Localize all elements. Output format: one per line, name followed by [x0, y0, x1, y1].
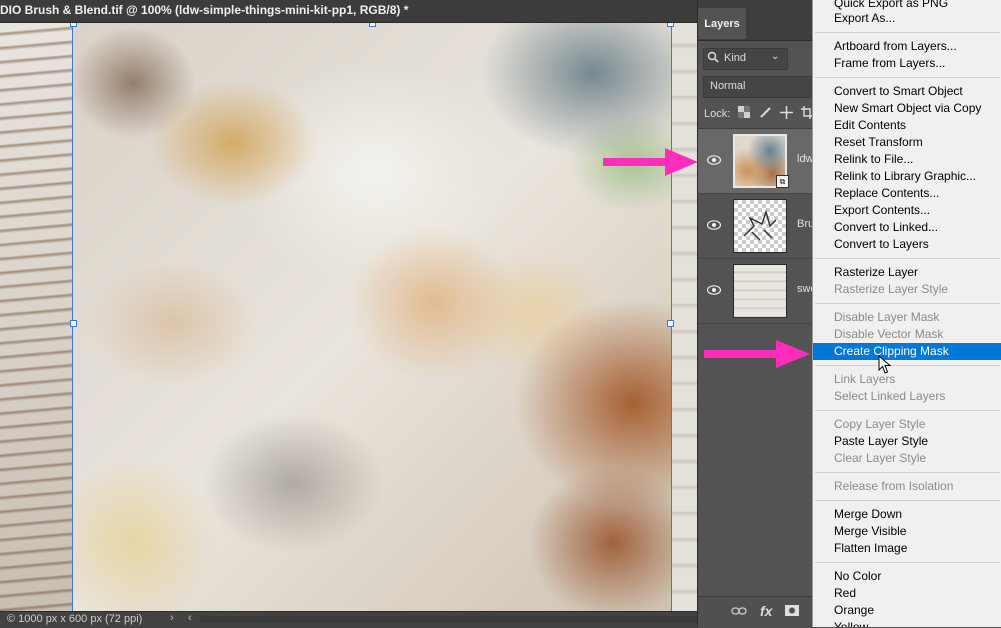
menu-item-flatten-image[interactable]: Flatten Image: [813, 540, 1001, 557]
lock-position-icon[interactable]: [780, 106, 793, 122]
annotation-arrow-layer: [603, 148, 698, 176]
layer-thumbnail[interactable]: [733, 264, 787, 318]
eye-icon[interactable]: [706, 153, 722, 168]
paper-artwork[interactable]: [72, 23, 672, 611]
menu-item-export-as[interactable]: Export As...: [813, 10, 1001, 27]
status-next-arrow[interactable]: ›: [170, 612, 174, 624]
menu-item-convert-to-smart-object[interactable]: Convert to Smart Object: [813, 83, 1001, 100]
menu-item-merge-visible[interactable]: Merge Visible: [813, 523, 1001, 540]
status-prev-arrow[interactable]: ‹: [188, 612, 192, 624]
wood-background-right: [670, 23, 697, 611]
menu-separator: [815, 472, 1000, 473]
menu-item-merge-down[interactable]: Merge Down: [813, 506, 1001, 523]
menu-item-new-smart-object-via-copy[interactable]: New Smart Object via Copy: [813, 100, 1001, 117]
menu-separator: [815, 562, 1000, 563]
menu-item-create-clipping-mask[interactable]: Create Clipping Mask: [813, 343, 1001, 360]
layers-panel-footer: fx: [698, 596, 813, 628]
transform-handle-middle-right[interactable]: [667, 320, 674, 327]
menu-item-red[interactable]: Red: [813, 585, 1001, 602]
document-size-info: © 1000 px x 600 px (72 ppi): [7, 613, 143, 625]
menu-item-copy-layer-style: Copy Layer Style: [834, 417, 926, 431]
kind-filter-select[interactable]: Kind ⌄: [703, 48, 788, 70]
menu-item-rasterize-layer-style: Rasterize Layer Style: [834, 282, 949, 296]
menu-item-artboard-from-layers[interactable]: Artboard from Layers...: [813, 38, 1001, 55]
lock-row: Lock:: [698, 102, 813, 129]
link-icon[interactable]: [731, 603, 747, 619]
menu-item-release-from-isolation: Release from Isolation: [834, 479, 954, 493]
lock-image-pixels-icon[interactable]: [759, 106, 772, 122]
blend-mode-select[interactable]: Normal: [703, 76, 815, 98]
eye-icon[interactable]: [706, 283, 722, 298]
menu-item-select-linked-layers: Select Linked Layers: [834, 389, 946, 403]
menu-item-frame-from-layers[interactable]: Frame from Layers...: [813, 55, 1001, 72]
lock-transparent-pixels-icon[interactable]: [738, 106, 750, 121]
menu-item-edit-contents[interactable]: Edit Contents: [813, 117, 1001, 134]
tab-layers[interactable]: Layers: [698, 8, 746, 39]
layer-row[interactable]: Bru: [698, 194, 814, 259]
layer-row[interactable]: swe: [698, 259, 817, 324]
menu-item-disable-layer-mask: Disable Layer Mask: [834, 310, 940, 324]
wood-background-left: [0, 23, 75, 611]
menu-item-relink-to-library-graphic[interactable]: Relink to Library Graphic...: [813, 168, 1001, 185]
layer-thumbnail[interactable]: [733, 199, 787, 253]
menu-separator: [815, 410, 1000, 411]
menu-separator: [815, 365, 1000, 366]
annotation-arrow-menu: [704, 340, 810, 368]
layer-row[interactable]: ⧉ ldw: [698, 129, 814, 194]
menu-separator: [815, 303, 1000, 304]
menu-item-convert-to-linked[interactable]: Convert to Linked...: [813, 219, 1001, 236]
menu-item-relink-to-file[interactable]: Relink to File...: [813, 151, 1001, 168]
transform-handle-top-middle[interactable]: [369, 23, 376, 27]
kind-filter-label: Kind: [724, 52, 747, 64]
layer-context-menu: Quick Export as PNG Export As... Artboar…: [812, 0, 1001, 627]
status-bar: © 1000 px x 600 px (72 ppi) › ‹: [0, 611, 697, 628]
transform-handle-middle-left[interactable]: [70, 320, 77, 327]
panel-tab-bar: Layers: [698, 0, 813, 41]
menu-separator: [815, 258, 1000, 259]
menu-item-link-layers: Link Layers: [834, 372, 896, 386]
smart-object-icon: ⧉: [776, 175, 789, 188]
canvas-area[interactable]: [0, 23, 697, 611]
menu-item-replace-contents[interactable]: Replace Contents...: [813, 185, 1001, 202]
transform-handle-top-left[interactable]: [70, 23, 77, 27]
blend-mode-value: Normal: [710, 80, 746, 92]
menu-item-yellow[interactable]: Yellow: [813, 619, 1001, 627]
menu-item-clear-layer-style: Clear Layer Style: [834, 451, 927, 465]
menu-separator: [815, 77, 1000, 78]
document-tab[interactable]: DIO Brush & Blend.tif @ 100% (ldw-simple…: [0, 0, 697, 23]
fx-icon[interactable]: fx: [760, 603, 772, 619]
menu-item-no-color[interactable]: No Color: [813, 568, 1001, 585]
horizontal-scrollbar[interactable]: [200, 616, 697, 623]
transform-handle-top-right[interactable]: [667, 23, 674, 27]
menu-separator: [815, 32, 1000, 33]
lock-label: Lock:: [704, 108, 731, 120]
chevron-down-icon: ⌄: [771, 51, 780, 62]
menu-item-paste-layer-style[interactable]: Paste Layer Style: [813, 433, 1001, 450]
menu-item-orange[interactable]: Orange: [813, 602, 1001, 619]
eye-icon[interactable]: [706, 218, 722, 233]
layers-panel: Layers Kind ⌄ Normal Lock: ⧉ ldw Bru swe…: [697, 0, 817, 628]
menu-item-reset-transform[interactable]: Reset Transform: [813, 134, 1001, 151]
mask-icon[interactable]: [785, 603, 799, 619]
document-title: DIO Brush & Blend.tif @ 100% (ldw-simple…: [0, 3, 409, 17]
menu-item-export-contents[interactable]: Export Contents...: [813, 202, 1001, 219]
search-icon: [707, 51, 719, 66]
menu-item-convert-to-layers[interactable]: Convert to Layers: [813, 236, 1001, 253]
menu-separator: [815, 500, 1000, 501]
menu-item-rasterize-layer[interactable]: Rasterize Layer: [813, 264, 1001, 281]
menu-item-disable-vector-mask: Disable Vector Mask: [834, 327, 944, 341]
mouse-cursor-icon: [878, 355, 892, 374]
